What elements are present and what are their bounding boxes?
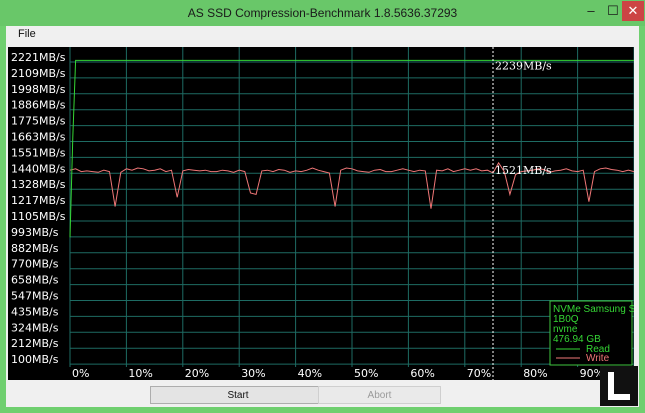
cursor-write-value: 1521MB/s	[495, 164, 552, 177]
watermark-logo	[600, 366, 638, 406]
benchmark-chart: 2221MB/s 2109MB/s 1998MB/s 1886MB/s 1775MB/s…	[8, 47, 634, 380]
y-axis-tick-label: 1440MB/s	[11, 162, 66, 175]
y-axis-tick-label: 658MB/s	[11, 274, 59, 287]
y-axis-tick-label: 212MB/s	[11, 337, 59, 350]
menu-bar: File	[6, 26, 639, 44]
legend-write-label: Write	[586, 353, 610, 364]
chart-legend: NVMe Samsung SS 1B0Q nvme 476.94 GB Read…	[549, 300, 634, 366]
x-axis-tick-label: 0%	[72, 367, 89, 380]
x-axis-tick-label: 80%	[523, 367, 547, 380]
x-axis-tick-label: 30%	[241, 367, 265, 380]
x-axis-tick-label: 40%	[298, 367, 322, 380]
y-axis-tick-label: 100MB/s	[11, 353, 59, 366]
y-axis-tick-label: 1998MB/s	[11, 83, 66, 96]
y-axis-tick-label: 324MB/s	[11, 321, 59, 334]
minimize-button[interactable]: –	[580, 1, 602, 21]
window-title: AS SSD Compression-Benchmark 1.8.5636.37…	[187, 6, 458, 20]
maximize-button[interactable]: ☐	[602, 1, 624, 21]
y-axis-tick-label: 1551MB/s	[11, 146, 66, 159]
y-axis-tick-label: 1217MB/s	[11, 194, 66, 207]
y-axis-tick-label: 1886MB/s	[11, 99, 66, 112]
start-button[interactable]: Start	[150, 386, 326, 404]
x-axis-tick-label: 20%	[185, 367, 209, 380]
y-axis-tick-label: 1775MB/s	[11, 115, 66, 128]
y-axis-tick-label: 435MB/s	[11, 305, 59, 318]
app-window: AS SSD Compression-Benchmark 1.8.5636.37…	[0, 0, 645, 413]
x-axis-tick-label: 10%	[128, 367, 152, 380]
y-axis-tick-label: 993MB/s	[11, 226, 59, 239]
y-axis-tick-label: 2221MB/s	[11, 51, 66, 64]
y-axis-tick-label: 1328MB/s	[11, 178, 66, 191]
plot-background	[8, 47, 634, 380]
y-axis-tick-label: 2109MB/s	[11, 67, 66, 80]
title-bar[interactable]: AS SSD Compression-Benchmark 1.8.5636.37…	[0, 0, 645, 26]
x-axis-tick-label: 50%	[354, 367, 378, 380]
abort-button: Abort	[318, 386, 441, 404]
close-button[interactable]: ✕	[622, 1, 644, 21]
y-axis-tick-label: 882MB/s	[11, 242, 59, 255]
menu-file[interactable]: File	[18, 28, 36, 40]
x-axis-tick-label: 70%	[467, 367, 491, 380]
y-axis-tick-label: 1663MB/s	[11, 131, 66, 144]
y-axis-tick-label: 1105MB/s	[11, 210, 66, 223]
y-axis-tick-label: 770MB/s	[11, 258, 59, 271]
cursor-read-value: 2239MB/s	[495, 59, 552, 72]
watermark-logo-foot	[608, 394, 630, 400]
x-axis-tick-label: 60%	[410, 367, 434, 380]
y-axis-tick-label: 547MB/s	[11, 290, 59, 303]
